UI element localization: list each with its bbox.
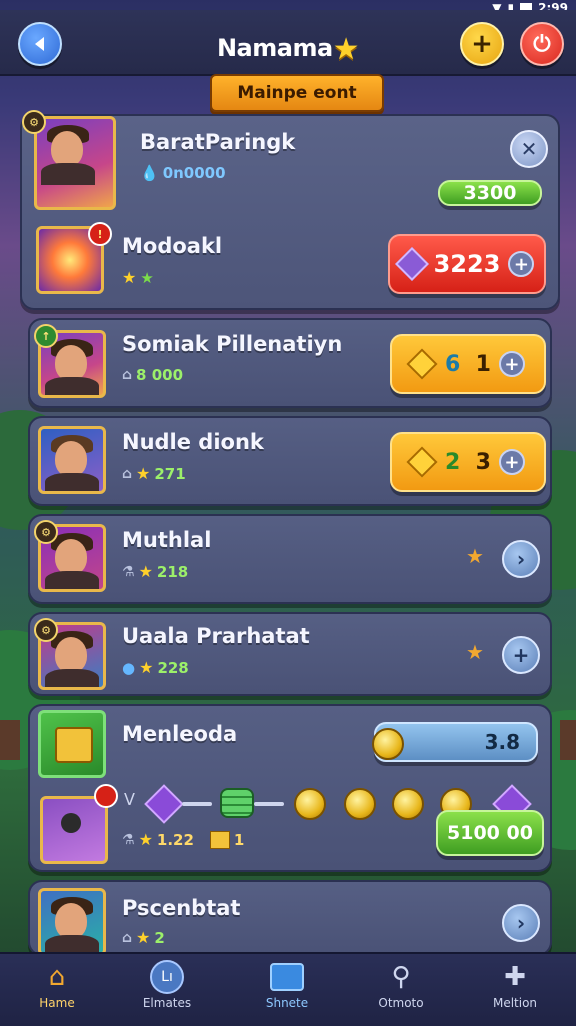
- item-name: Somiak Pillenatiyn: [122, 332, 343, 356]
- badge-icon: ↑: [34, 324, 58, 348]
- item-subvalue: ⌂ 8 000: [122, 366, 184, 384]
- star-icon: ★: [136, 928, 151, 947]
- plus-icon: +: [471, 29, 493, 59]
- list-item[interactable]: ↑ Somiak Pillenatiyn ⌂ 8 000 6 1 +: [28, 318, 552, 408]
- close-button[interactable]: ✕: [510, 130, 548, 168]
- item-subvalue: ⚗ ★ 218: [122, 562, 189, 581]
- list-item[interactable]: Nudle dionk ⌂ ★ 271 2 3 +: [28, 416, 552, 506]
- settings-badge-icon: ⚙: [22, 110, 46, 134]
- profile-card: ⚙ BaratParingk 💧 0n0000 ✕ 3300 ! Modoakl…: [20, 110, 560, 310]
- flask-icon: ⚗: [122, 563, 135, 580]
- section-ribbon: Mainpe eont: [210, 74, 384, 112]
- gold-gem-icon: [406, 348, 438, 380]
- nav-search[interactable]: ⚲ Otmoto: [356, 960, 446, 1022]
- item-name: Pscenbtat: [122, 896, 241, 920]
- badge-icon: ⚙: [34, 618, 58, 642]
- nav-stats[interactable]: Lı Elmates: [122, 960, 212, 1022]
- item-subvalue: ⌂ ★ 2: [122, 928, 165, 947]
- add-button[interactable]: +: [460, 22, 504, 66]
- profile-avatar: [34, 116, 116, 210]
- alert-badge-icon: !: [88, 222, 112, 246]
- coin-icon: [344, 788, 376, 820]
- list-item-expanded[interactable]: Menleoda 3.8 ᐯ ⚗ ★ 1.22 1 5100 00: [28, 704, 552, 872]
- tool-icon: [40, 796, 108, 864]
- star-icon: ★: [138, 562, 153, 581]
- item-name: Muthlal: [122, 528, 212, 552]
- star-icon: ★: [466, 640, 484, 664]
- home-icon: ⌂: [122, 929, 133, 946]
- star-icon: ★: [139, 658, 154, 677]
- bottom-nav: ⌂ Hame Lı Elmates Shnete ⚲ Otmoto ✚ Melt…: [0, 952, 576, 1026]
- nav-shop[interactable]: Shnete: [242, 960, 332, 1022]
- plus-icon: +: [512, 643, 530, 667]
- flask-icon: ⚗: [122, 831, 135, 848]
- drop-icon: ●: [122, 658, 136, 677]
- chevron-right-button[interactable]: ›: [502, 540, 540, 578]
- top-bar: Namama★ + ⏻: [0, 10, 576, 76]
- profile-name: BaratParingk: [140, 130, 296, 154]
- list-item[interactable]: ⚙ Uaala Prarhatat ● ★ 228 ★ +: [28, 612, 552, 696]
- coin-icon: [372, 728, 404, 760]
- avatar: [38, 888, 106, 956]
- plus-icon: +: [508, 251, 535, 277]
- plus-icon: +: [498, 351, 525, 377]
- profile-progress: 3300: [438, 180, 542, 206]
- chest-icon: [38, 710, 106, 778]
- plus-icon: +: [498, 449, 525, 475]
- home-icon: ⌂: [122, 367, 133, 383]
- buy-button[interactable]: 6 1 +: [390, 334, 546, 394]
- gold-gem-icon: [406, 446, 438, 478]
- item-name: Nudle dionk: [122, 430, 264, 454]
- item-subvalue: ● ★ 228: [122, 658, 189, 677]
- coin-icon: [392, 788, 424, 820]
- drop-icon: 💧: [140, 164, 159, 182]
- buy-button[interactable]: 2 3 +: [390, 432, 546, 492]
- puzzle-icon: ✚: [504, 962, 526, 992]
- connector-line: [254, 802, 284, 806]
- add-button[interactable]: +: [502, 636, 540, 674]
- close-icon: ✕: [520, 137, 538, 161]
- nav-home[interactable]: ⌂ Hame: [12, 960, 102, 1022]
- list-item[interactable]: Pscenbtat ⌂ ★ 2 ›: [28, 880, 552, 956]
- home-icon: ⌂: [48, 962, 66, 992]
- search-icon: ⚲: [391, 962, 411, 992]
- star-icon: ★: [466, 544, 484, 568]
- coin-icon: [294, 788, 326, 820]
- buy-button-modoakl[interactable]: 3223 +: [388, 234, 546, 294]
- avatar: [38, 426, 106, 494]
- home-icon: ⌂: [122, 465, 133, 482]
- power-icon: ⏻: [533, 31, 551, 57]
- item-subvalue: ⚗ ★ 1.22 1: [122, 830, 245, 849]
- badge-icon: ⚙: [34, 520, 58, 544]
- profile-currency: 💧 0n0000: [140, 164, 226, 182]
- gem-icon: [394, 247, 429, 281]
- claim-button[interactable]: 5100 00: [436, 810, 544, 856]
- item-name: Uaala Prarhatat: [122, 624, 310, 648]
- list-item[interactable]: ⚙ Muthlal ⚗ ★ 218 ★ ›: [28, 514, 552, 604]
- shop-icon: [269, 960, 305, 994]
- cube-icon: [144, 784, 184, 824]
- chevron-icon: ᐯ: [124, 790, 135, 809]
- alert-badge-icon: [94, 784, 118, 808]
- connector-line: [182, 802, 212, 806]
- chest-small-icon: [209, 830, 230, 849]
- item-name: Modoakl: [122, 234, 223, 258]
- item-subvalue: ⌂ ★ 271: [122, 464, 186, 483]
- item-rating: ★ ★: [122, 268, 154, 287]
- stats-icon: Lı: [149, 960, 185, 994]
- power-button[interactable]: ⏻: [520, 22, 564, 66]
- chevron-right-icon: ›: [516, 911, 526, 935]
- star-icon: ★: [332, 32, 360, 67]
- item-name: Menleoda: [122, 722, 238, 746]
- nav-puzzle[interactable]: ✚ Meltion: [470, 960, 560, 1022]
- star-icon: ★: [136, 464, 151, 483]
- cash-stack-icon: [220, 788, 254, 818]
- star-icon: ★: [138, 830, 153, 849]
- chevron-right-icon: ›: [516, 547, 526, 571]
- chevron-right-button[interactable]: ›: [502, 904, 540, 942]
